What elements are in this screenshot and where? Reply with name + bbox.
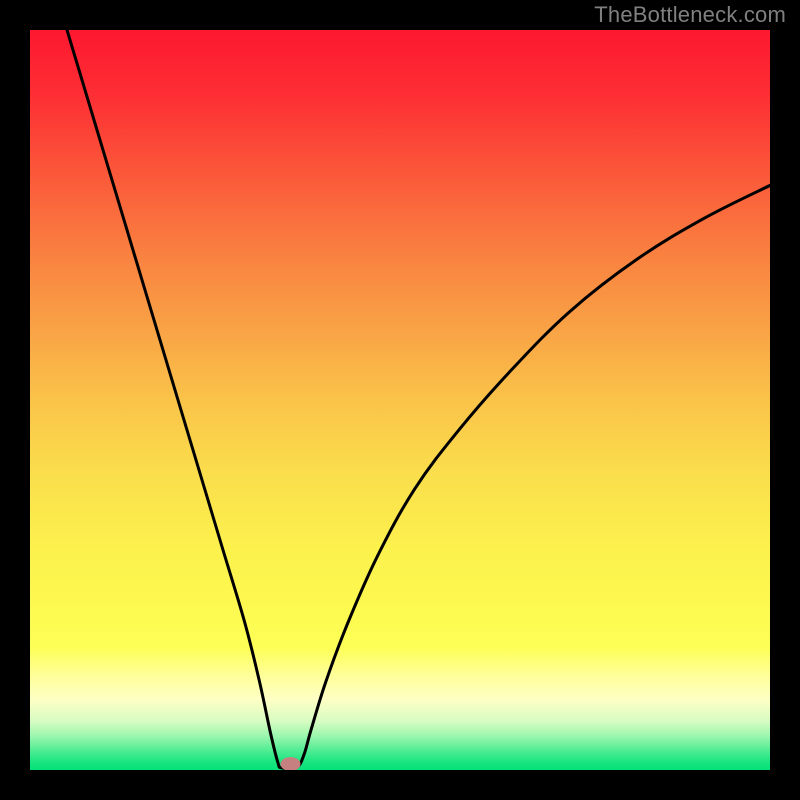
chart-frame: TheBottleneck.com	[0, 0, 800, 800]
plot-area	[30, 30, 770, 770]
watermark-text: TheBottleneck.com	[594, 2, 786, 28]
gradient-background	[30, 30, 770, 770]
bottleneck-curve-chart	[30, 30, 770, 770]
